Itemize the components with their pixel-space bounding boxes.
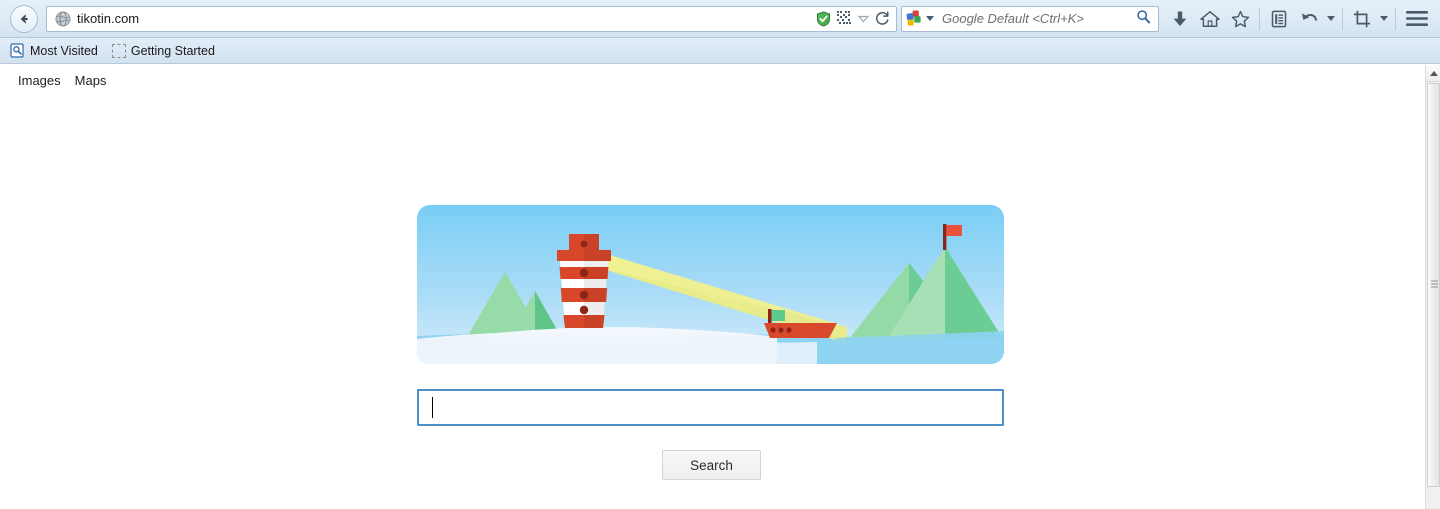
bookmark-label: Most Visited [30,43,98,58]
snow-hill-front [417,339,817,364]
home-icon[interactable] [1195,4,1225,34]
bookmark-star-icon[interactable] [1225,4,1255,34]
scrollbar-thumb[interactable] [1427,83,1440,487]
globe-favicon-icon [55,11,71,26]
page-nav-links: Images Maps [0,65,1425,88]
lamp-dot [580,240,588,248]
back-button[interactable] [10,4,38,33]
toolbar-icons [1165,4,1434,34]
undo-icon[interactable] [1294,4,1324,34]
toolbar-separator-2 [1342,7,1343,30]
reload-icon[interactable] [875,11,890,26]
most-visited-icon [10,43,24,58]
text-cursor [432,397,433,418]
google-icon [906,10,921,26]
page-content: Images Maps Search [0,65,1425,509]
search-input[interactable] [417,389,1004,426]
url-text: tikotin.com [77,11,140,26]
browser-search-placeholder: Google Default <Ctrl+K> [942,11,1084,26]
screenshot-dropdown-icon[interactable] [1377,4,1391,34]
screenshot-crop-icon[interactable] [1347,4,1377,34]
search-button-wrapper: Search [662,450,761,480]
scroll-up-icon[interactable] [1426,65,1440,82]
search-engine-caret-icon [926,16,934,21]
placeholder-icon [111,43,126,58]
nav-link-maps[interactable]: Maps [75,73,107,88]
bookmarks-bar: Most Visited Getting Started [0,38,1440,64]
qr-code-icon[interactable] [837,11,852,26]
undo-dropdown-icon[interactable] [1324,4,1338,34]
back-arrow-icon [20,13,28,24]
dropdown-caret-icon[interactable] [858,15,869,23]
search-engine-selector[interactable] [906,10,934,27]
scrollbar-grip-icon [1431,280,1438,290]
navigation-toolbar: tikotin.com Google Default <Ctrl+K> [0,0,1440,38]
browser-window: tikotin.com Google Default <Ctrl+K> Most… [0,0,1440,509]
nav-link-images[interactable]: Images [18,73,61,88]
doodle-illustration [417,205,1004,364]
shield-check-icon[interactable] [816,10,831,27]
hamburger-menu-icon[interactable] [1400,4,1434,34]
url-bar[interactable]: tikotin.com [46,5,897,32]
browser-search-bar[interactable]: Google Default <Ctrl+K> [901,5,1159,32]
toolbar-separator-3 [1395,7,1396,30]
search-button[interactable]: Search [662,450,761,480]
toolbar-separator [1259,7,1260,30]
bookmark-getting-started[interactable]: Getting Started [106,42,221,60]
magnifier-icon[interactable] [1136,9,1151,29]
download-icon[interactable] [1165,4,1195,34]
reading-list-icon[interactable] [1264,4,1294,34]
bookmark-label: Getting Started [130,43,215,58]
vertical-scrollbar[interactable] [1425,65,1440,509]
bookmark-most-visited[interactable]: Most Visited [4,41,104,60]
doodle-banner[interactable] [417,205,1004,364]
boat-flag [771,310,785,321]
url-bar-icons [816,10,892,27]
search-input-wrapper[interactable] [417,389,1004,426]
